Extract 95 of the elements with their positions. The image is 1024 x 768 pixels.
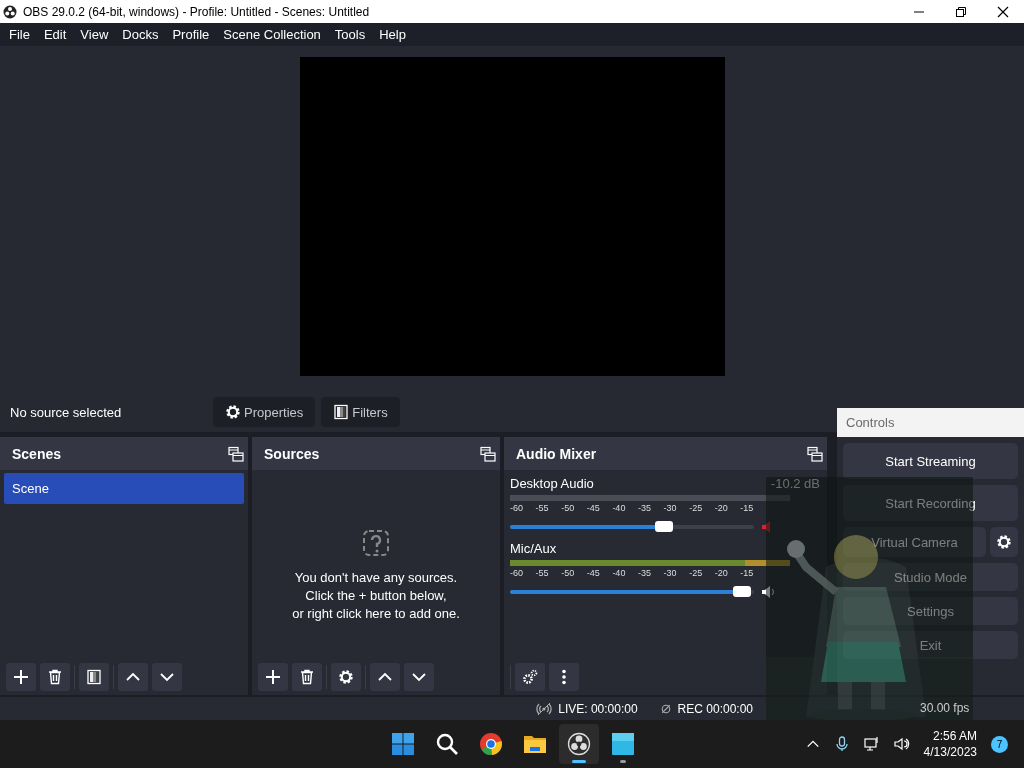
gears-icon	[522, 669, 538, 685]
meter-tick: -30	[663, 568, 678, 578]
dock-title: Sources	[264, 445, 320, 462]
toolbar-button[interactable]	[40, 663, 70, 691]
meter-tick: -20	[714, 503, 729, 513]
toolbar-button[interactable]	[152, 663, 182, 691]
meter-tick: -60	[510, 503, 524, 513]
meter-tick: -15	[740, 568, 755, 578]
speaker-icon	[893, 736, 910, 752]
meter-tick: -45	[586, 503, 601, 513]
trash-icon	[299, 669, 315, 685]
control-button[interactable]: Start Streaming	[843, 443, 1018, 479]
meter-tick: -55	[535, 503, 550, 513]
network-icon	[863, 736, 880, 752]
clock-time[interactable]: 2:56 AM	[932, 728, 977, 744]
meter-tick: -15	[740, 503, 755, 513]
meter-tick: -20	[714, 568, 729, 578]
toolbar-button[interactable]	[118, 663, 148, 691]
meter-tick: -55	[535, 568, 550, 578]
channel-name: Desktop Audio	[510, 476, 594, 491]
toolbar-button[interactable]	[79, 663, 109, 691]
trash-icon	[47, 669, 63, 685]
dock-title: Scenes	[12, 445, 62, 462]
undock-icon[interactable]	[807, 445, 823, 462]
toolbar-button[interactable]	[6, 663, 36, 691]
app-logo-icon	[3, 4, 17, 19]
toolbar-button[interactable]	[515, 663, 545, 691]
question-icon	[362, 528, 390, 557]
control-button[interactable]: Start Recording	[843, 485, 1018, 521]
meter-tick: -60	[510, 568, 524, 578]
channel-name: Mic/Aux	[510, 541, 557, 556]
speaker-icon[interactable]	[760, 584, 776, 600]
microphone-icon	[833, 736, 850, 752]
meter-tick: -25	[689, 568, 704, 578]
fps-reading: 30.00 fps	[920, 701, 970, 715]
menu-item[interactable]: Tools	[327, 27, 373, 42]
app-icon	[611, 732, 635, 756]
plus-icon	[13, 669, 29, 685]
plus-icon	[265, 669, 281, 685]
menu-item[interactable]: View	[73, 27, 116, 42]
volume-reading: -10.2 dB	[770, 476, 820, 491]
toolbar-button[interactable]	[331, 663, 361, 691]
gear-icon	[996, 534, 1012, 550]
meter-tick: -50	[561, 503, 576, 513]
empty-message: You don't have any sources. Click the + button below, or right click here to add one.	[292, 568, 460, 623]
notification-badge[interactable]: 7	[991, 735, 1008, 753]
windows-start-icon	[391, 732, 415, 756]
context-button[interactable]: Filters	[321, 397, 400, 427]
filter-icon	[86, 669, 102, 685]
record-icon	[659, 702, 672, 715]
maximize-icon[interactable]	[955, 5, 967, 18]
undock-icon[interactable]	[228, 445, 244, 462]
search-icon	[435, 732, 459, 756]
browser-icon	[479, 732, 503, 756]
menu-item[interactable]: File	[2, 27, 37, 42]
toolbar-button[interactable]	[292, 663, 322, 691]
live-timer: LIVE: 00:00:00	[558, 701, 638, 716]
window-title: OBS 29.0.2 (64-bit, windows) - Profile: Untitled - Scenes: Untitled	[23, 4, 371, 19]
menu-item[interactable]: Docks	[115, 27, 166, 42]
meter-tick: -40	[612, 568, 627, 578]
undock-icon[interactable]	[480, 445, 496, 462]
control-button[interactable]: Studio Mode	[843, 563, 1018, 591]
taskbar-button[interactable]	[559, 724, 599, 764]
rec-timer: REC 00:00:00	[677, 701, 753, 716]
control-button[interactable]: Exit	[843, 631, 1018, 659]
control-button[interactable]: Settings	[843, 597, 1018, 625]
recording-app-icon	[567, 732, 591, 756]
toolbar-button[interactable]	[370, 663, 400, 691]
scene-item[interactable]: Scene	[4, 473, 244, 504]
close-icon[interactable]	[997, 5, 1009, 18]
filter-icon	[333, 404, 350, 420]
menu-item[interactable]: Scene Collection	[216, 27, 328, 42]
dock-title: Audio Mixer	[516, 445, 597, 462]
meter-tick: -50	[561, 568, 576, 578]
selection-label: No source selected	[10, 404, 123, 420]
menu-item[interactable]: Help	[372, 27, 413, 42]
meter-tick: -35	[637, 568, 652, 578]
meter-tick: -40	[612, 503, 627, 513]
clock-date[interactable]: 4/13/2023	[923, 744, 977, 760]
toolbar-button[interactable]	[404, 663, 434, 691]
control-button[interactable]: Virtual Camera	[843, 527, 986, 557]
broadcast-icon	[536, 700, 553, 717]
meter-tick: -25	[689, 503, 704, 513]
menu-item[interactable]: Profile	[165, 27, 217, 42]
meter-tick: -35	[637, 503, 652, 513]
meter-tick: -45	[586, 568, 601, 578]
toolbar-button[interactable]	[549, 663, 579, 691]
gear-icon	[225, 404, 241, 420]
toolbar-button[interactable]	[258, 663, 288, 691]
menu-item[interactable]: Edit	[36, 27, 74, 42]
controls-title: Controls	[846, 415, 895, 430]
camera-settings-button[interactable]	[990, 527, 1018, 557]
context-button[interactable]: Properties	[213, 397, 316, 427]
gear-icon	[338, 669, 354, 685]
meter-tick: -30	[663, 503, 678, 513]
